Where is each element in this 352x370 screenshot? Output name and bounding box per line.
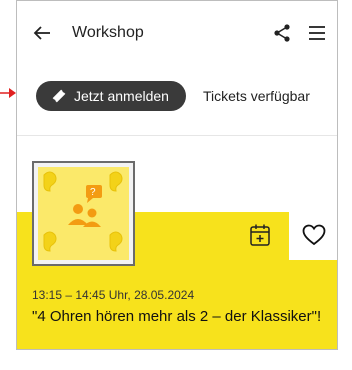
- top-bar: Workshop: [17, 1, 337, 67]
- divider: [17, 135, 337, 136]
- svg-text:?: ?: [90, 187, 96, 198]
- page-title: Workshop: [72, 24, 144, 41]
- tickets-status: Tickets verfügbar: [203, 88, 310, 104]
- arrow-left-icon[interactable]: [32, 23, 52, 43]
- four-ears-discussion-illustration: ?: [38, 167, 129, 260]
- ticket-icon: [52, 89, 66, 103]
- heart-icon: [302, 224, 326, 246]
- app-screen: Workshop Jetzt anmelden Tickets verfügba…: [16, 0, 338, 350]
- event-thumbnail[interactable]: ?: [32, 161, 135, 266]
- register-button[interactable]: Jetzt anmelden: [36, 81, 186, 111]
- event-title[interactable]: "4 Ohren hören mehr als 2 – der Klassike…: [32, 307, 322, 327]
- event-datetime: 13:15 – 14:45 Uhr, 28.05.2024: [32, 288, 195, 302]
- action-row: Jetzt anmelden Tickets verfügbar: [17, 77, 337, 117]
- hamburger-menu-icon[interactable]: [307, 24, 327, 42]
- calendar-add-icon[interactable]: [249, 223, 271, 247]
- favorite-button[interactable]: [289, 210, 337, 260]
- illustration-art: ?: [38, 167, 129, 260]
- share-icon[interactable]: [272, 23, 292, 43]
- register-button-label: Jetzt anmelden: [74, 88, 169, 104]
- annotation-arrow-icon: [0, 88, 16, 98]
